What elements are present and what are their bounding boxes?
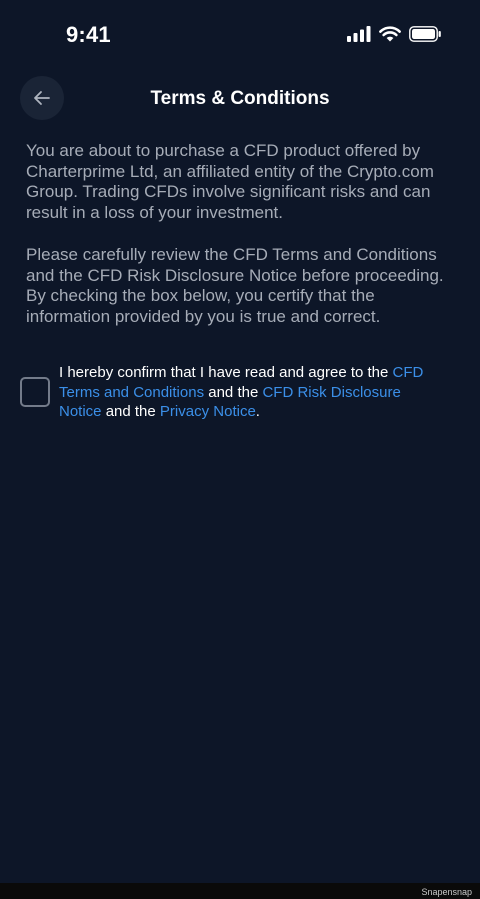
consent-text: I hereby confirm that I have read and ag…: [59, 363, 444, 422]
consent-text-part: and the: [204, 383, 263, 401]
page-title: Terms & Conditions: [150, 88, 330, 109]
nav-header: Terms & Conditions: [0, 76, 480, 124]
signal-icon: [347, 26, 371, 42]
status-icons: [347, 26, 442, 42]
consent-text-part: .: [255, 403, 260, 421]
wifi-icon: [379, 26, 401, 42]
review-paragraph: Please carefully review the CFD Terms an…: [26, 244, 444, 326]
consent-text-part: I hereby confirm that I have read and ag…: [59, 364, 393, 381]
disclosure-paragraph: You are about to purchase a CFD product …: [26, 141, 434, 223]
status-bar: 9:41: [0, 0, 480, 70]
footer-bar: Snapensnap: [0, 883, 480, 899]
privacy-notice-link[interactable]: Privacy Notice: [160, 403, 256, 420]
consent-text-part: and the: [101, 403, 160, 421]
watermark: Snapensnap: [421, 887, 472, 897]
disclosure-content: You are about to purchase a CFD product …: [26, 141, 456, 349]
consent-checkbox[interactable]: [20, 377, 50, 407]
battery-icon: [409, 26, 441, 42]
status-time: 9:41: [66, 22, 111, 47]
